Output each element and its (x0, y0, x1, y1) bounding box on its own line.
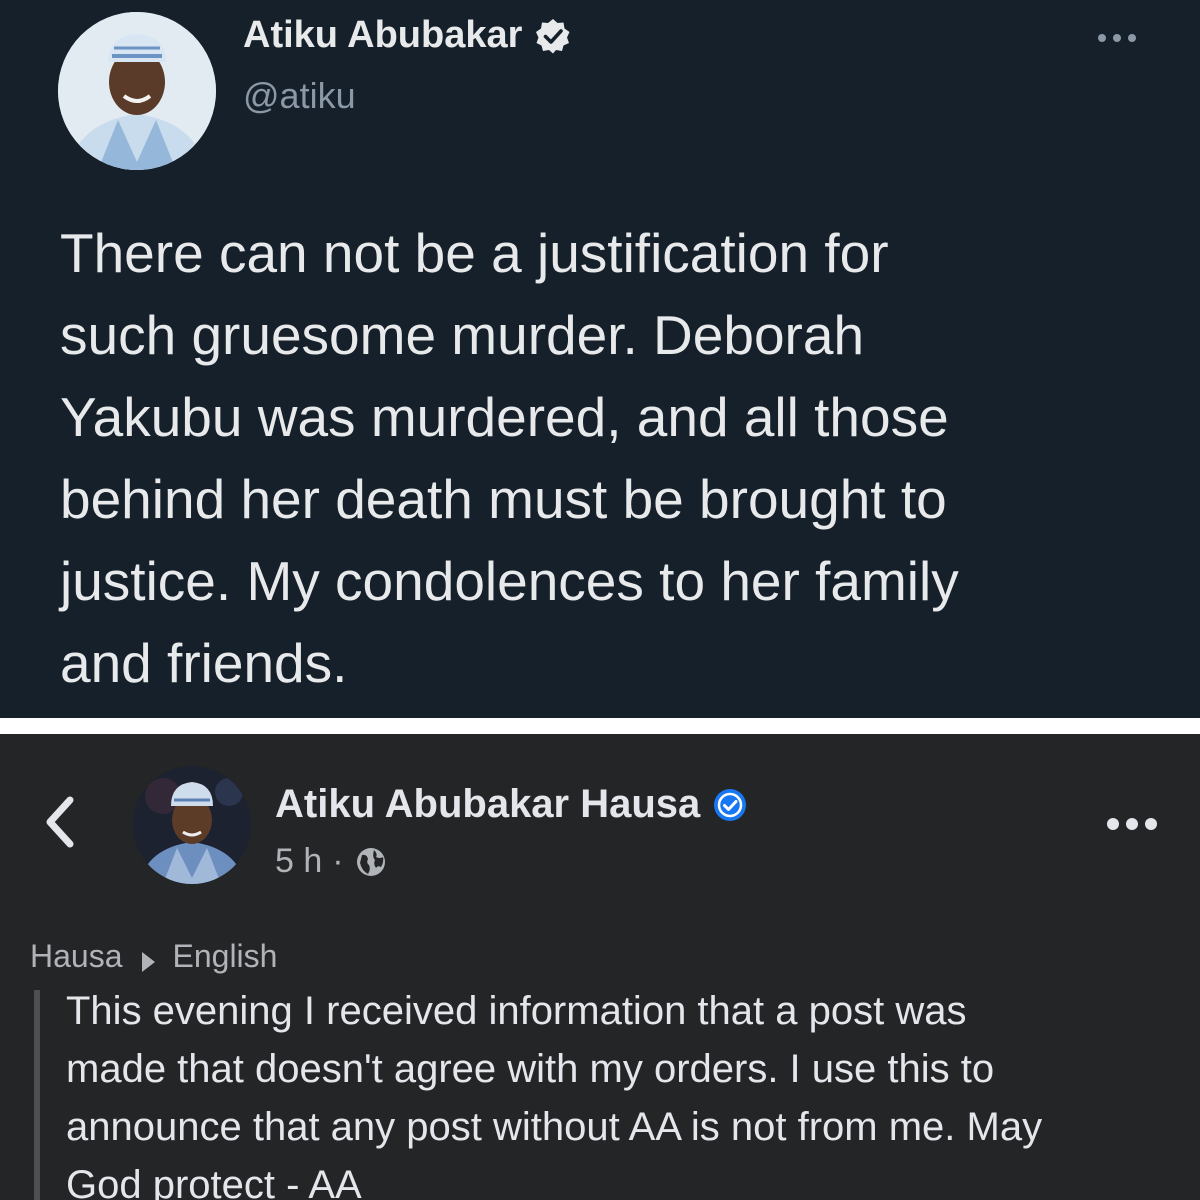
author-handle[interactable]: @atiku (243, 75, 356, 117)
meta-separator: · (332, 842, 344, 880)
verified-badge-icon (712, 787, 748, 823)
back-chevron-icon[interactable] (40, 792, 80, 852)
page-avatar[interactable] (133, 766, 251, 884)
globe-icon[interactable] (354, 845, 388, 879)
author-name[interactable]: Atiku Abubakar (243, 14, 522, 57)
translation-info[interactable]: Hausa English (30, 938, 277, 975)
tweet-text: There can not be a justification for suc… (60, 222, 959, 694)
author-name-row[interactable]: Atiku Abubakar (243, 14, 572, 57)
verified-badge-icon (534, 17, 572, 55)
arrow-right-icon (139, 945, 157, 972)
facebook-post: Atiku Abubakar Hausa 5 h · Hausa English… (0, 734, 1200, 1200)
twitter-post: Atiku Abubakar @atiku There can not be a… (0, 0, 1200, 718)
translation-quote-bar (34, 990, 40, 1200)
post-time[interactable]: 5 h (275, 842, 322, 881)
page-name-row[interactable]: Atiku Abubakar Hausa (275, 782, 748, 827)
image-divider (0, 718, 1200, 734)
source-language: Hausa (30, 938, 123, 974)
target-language: English (172, 938, 278, 974)
author-avatar[interactable] (58, 12, 216, 170)
page-name[interactable]: Atiku Abubakar Hausa (275, 782, 700, 827)
more-options-icon[interactable] (1106, 814, 1158, 834)
post-meta: 5 h · (275, 842, 388, 881)
more-options-icon[interactable] (1094, 26, 1140, 50)
translated-post-text: This evening I received information that… (66, 989, 1043, 1200)
